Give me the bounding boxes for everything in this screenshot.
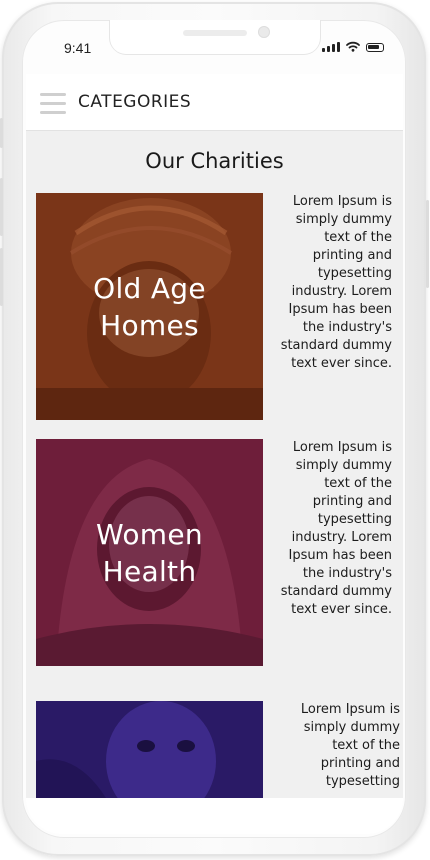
cellular-signal-icon [322,42,340,52]
home-indicator-area [26,798,403,834]
charity-description: Lorem Ipsum is simply dummy text of the … [280,440,392,617]
volume-down-button [0,248,3,306]
charity-card-women-health[interactable]: Women Health [36,439,263,666]
front-camera [258,26,270,38]
status-time: 9:41 [64,40,92,56]
battery-icon [366,43,384,52]
section-title: Our Charities [145,149,284,173]
charity-card-old-age-homes[interactable]: Old Age Homes [36,193,263,420]
app-bar-title: CATEGORIES [78,92,192,112]
charity-description: Lorem Ipsum is simply dummy text of the … [280,194,392,371]
volume-up-button [0,178,3,236]
charity-description: Lorem Ipsum is simply dummy text of the … [300,702,400,789]
wifi-icon [346,41,360,52]
notch [110,20,320,54]
charities-list: Our Charities Old Age Homes Lorem Ipsum … [26,131,403,798]
mute-switch [0,118,3,148]
charity-label: Old Age Homes [93,271,206,342]
menu-icon[interactable] [40,93,66,114]
status-icons [322,41,384,52]
charity-label: Women Health [96,517,203,588]
app-bar: CATEGORIES [26,74,403,131]
child-image [36,701,263,798]
charity-card-child[interactable] [36,701,263,798]
power-button [426,200,429,288]
speaker-grille [183,30,247,36]
